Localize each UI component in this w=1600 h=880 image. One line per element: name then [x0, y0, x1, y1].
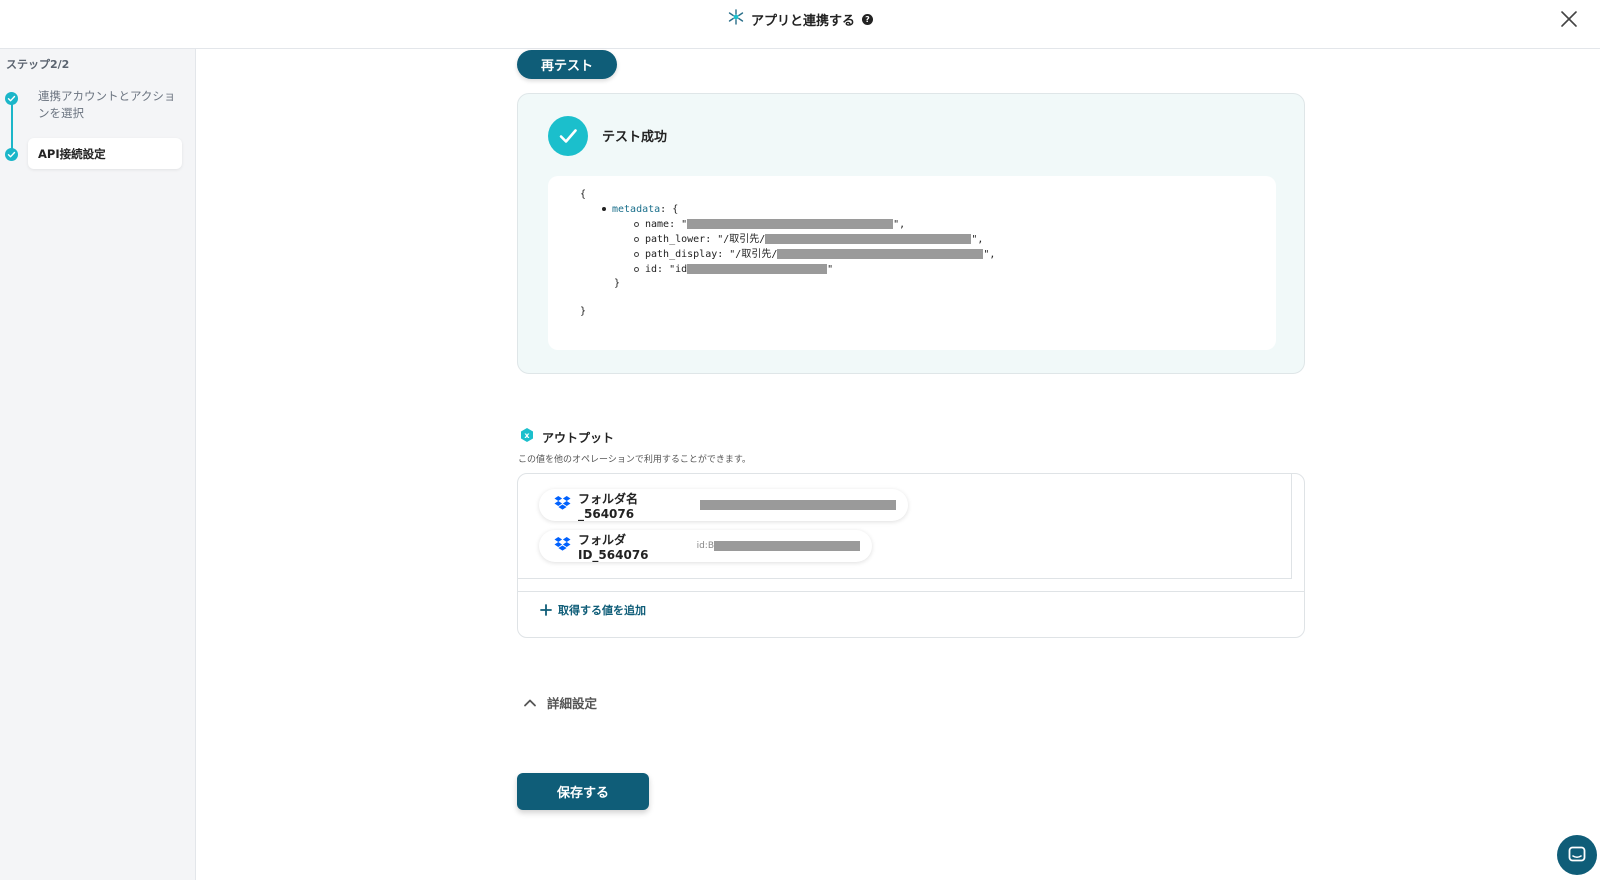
dropbox-icon [554, 536, 571, 556]
step-1-label[interactable]: 連携アカウントとアクションを選択 [38, 88, 178, 122]
redacted-value [687, 219, 894, 229]
help-icon[interactable]: ? [862, 13, 873, 25]
chat-support-button[interactable] [1557, 835, 1597, 875]
svg-text:x: x [524, 431, 530, 440]
json-name-end: ", [893, 219, 906, 230]
output-header: x アウトプット [519, 427, 614, 447]
json-name-line: name: " ", [634, 218, 905, 232]
chevron-up-icon [524, 699, 536, 706]
output-panel: フォルダ名_564076 フォルダID_564076 id:B 取得する値を追加 [517, 473, 1305, 638]
header-title-group: アプリと連携する ? [0, 8, 1600, 30]
json-path-lower-end: ", [971, 234, 984, 245]
output-title: アウトプット [542, 430, 615, 445]
save-button[interactable]: 保存する [517, 773, 649, 810]
dropbox-icon [554, 495, 571, 515]
redacted-value [700, 500, 896, 510]
json-metadata-line: metadata: { [602, 203, 678, 217]
output-divider [518, 591, 1304, 592]
json-inner-close: } [614, 278, 621, 289]
detail-settings-toggle[interactable]: 詳細設定 [523, 693, 597, 712]
json-name-key: name: " [645, 219, 688, 230]
close-icon [1561, 11, 1577, 27]
json-path-display-key: path_display: "/取引先/ [645, 249, 778, 260]
json-id-key: id: "id [645, 264, 688, 275]
step-complete-icon [5, 92, 18, 105]
page-title: アプリと連携する [750, 13, 855, 29]
redacted-value [765, 234, 972, 244]
chip-value: id:B [697, 541, 860, 551]
add-value-button[interactable]: 取得する値を追加 [540, 602, 646, 618]
redacted-value [777, 249, 984, 259]
json-path-display-line: path_display: "/取引先/ ", [634, 248, 995, 262]
step-2-active[interactable]: API接続設定 [28, 138, 182, 169]
add-value-label: 取得する値を追加 [558, 604, 646, 617]
retest-button[interactable]: 再テスト [517, 50, 617, 79]
chat-icon [1568, 846, 1586, 862]
json-id-end: " [827, 264, 834, 275]
test-success-label: テスト成功 [602, 130, 668, 145]
chip-label: フォルダ名_564076 [578, 491, 639, 521]
top-bar: アプリと連携する ? [0, 0, 1600, 49]
json-path-lower-key: path_lower: "/取引先/ [645, 234, 766, 245]
app-connect-icon [727, 8, 745, 30]
test-result-panel: テスト成功 { metadata: { name: " ", path_lower… [517, 93, 1305, 374]
close-button[interactable] [1558, 8, 1580, 30]
json-response-viewer: { metadata: { name: " ", path_lower: "/取引… [548, 176, 1276, 350]
step-counter: ステップ2/2 [6, 58, 70, 71]
chip-label: フォルダID_564076 [578, 532, 649, 562]
steps-sidebar: ステップ2/2 連携アカウントとアクションを選択 API接続設定 [0, 49, 196, 880]
json-open-brace: { [580, 189, 587, 200]
detail-settings-label: 詳細設定 [547, 696, 598, 711]
chip-value [700, 500, 896, 510]
output-subtitle: この値を他のオペレーションで利用することができます。 [518, 455, 751, 465]
json-metadata-open: : { [660, 204, 679, 215]
json-metadata-key: metadata [612, 204, 661, 215]
step-complete-icon [5, 148, 18, 161]
output-badge-icon: x [519, 427, 535, 447]
redacted-value [714, 541, 860, 551]
step-2-label: API接続設定 [38, 146, 106, 161]
redacted-value [687, 264, 828, 274]
json-id-line: id: "id " [634, 263, 833, 277]
plus-icon [540, 604, 552, 616]
check-circle-icon [548, 116, 588, 156]
output-chip-folder-name[interactable]: フォルダ名_564076 [539, 489, 908, 521]
json-path-display-end: ", [983, 249, 996, 260]
output-chip-folder-id[interactable]: フォルダID_564076 id:B [539, 530, 872, 562]
json-path-lower-line: path_lower: "/取引先/ ", [634, 233, 983, 247]
json-close-brace: } [580, 306, 587, 317]
